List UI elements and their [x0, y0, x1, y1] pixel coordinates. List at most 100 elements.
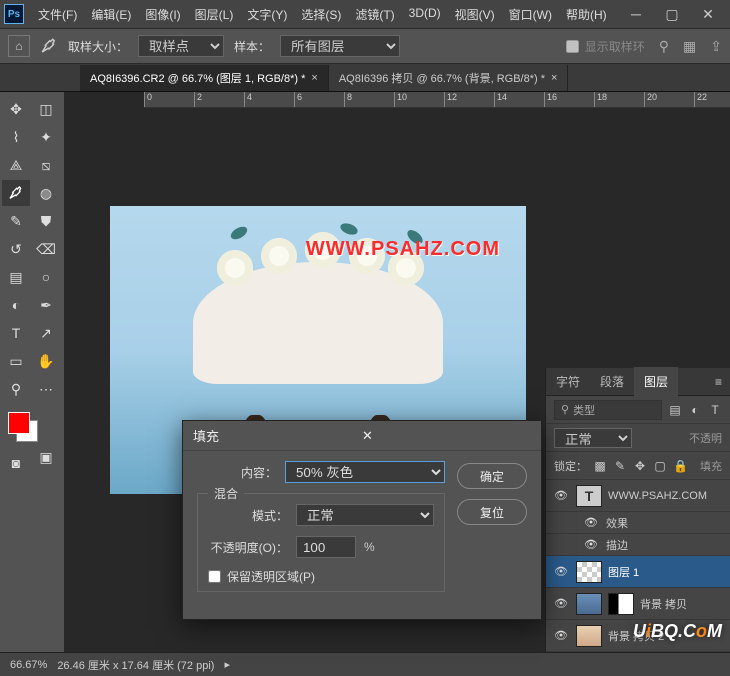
- sample-size-select[interactable]: 取样点: [138, 35, 224, 57]
- tab-layers[interactable]: 图层: [634, 367, 678, 396]
- visibility-icon[interactable]: 👁: [582, 538, 600, 551]
- blur-tool[interactable]: ○: [32, 264, 60, 290]
- shape-tool[interactable]: ▭: [2, 348, 30, 374]
- fill-dialog: 填充 ✕ 内容： 50% 灰色 混合 模式： 正常 不透明度(O)：: [182, 420, 542, 620]
- layer-fx-header[interactable]: 👁 效果: [546, 512, 730, 534]
- dialog-close-icon[interactable]: ✕: [362, 428, 531, 444]
- lock-label: 锁定：: [554, 458, 587, 474]
- eyedropper-tool[interactable]: [2, 180, 30, 206]
- panel-menu-icon[interactable]: ≡: [707, 375, 730, 389]
- content-select[interactable]: 50% 灰色: [285, 461, 445, 483]
- workspace-icon[interactable]: ▦: [683, 38, 696, 55]
- gradient-tool[interactable]: ▤: [2, 264, 30, 290]
- hand-tool[interactable]: ✋: [32, 348, 60, 374]
- search-icon[interactable]: ⚲: [659, 38, 669, 55]
- history-brush-tool[interactable]: ↺: [2, 236, 30, 262]
- dialog-title: 填充: [193, 426, 362, 445]
- visibility-icon[interactable]: 👁: [552, 629, 570, 642]
- more-tools[interactable]: ⋯: [32, 376, 60, 402]
- lock-artboard-icon[interactable]: ▢: [653, 459, 667, 473]
- sample-label: 样本：: [234, 38, 270, 55]
- doc-tab-label: AQ8I6396 拷贝 @ 66.7% (背景, RGB/8*) *: [339, 70, 545, 86]
- menu-window[interactable]: 窗口(W): [503, 2, 558, 27]
- blend-mode-select[interactable]: 正常: [554, 428, 632, 448]
- lock-position-icon[interactable]: ✥: [633, 459, 647, 473]
- menu-edit[interactable]: 编辑(E): [85, 2, 137, 27]
- show-ring-checkbox[interactable]: 显示取样环: [566, 38, 645, 55]
- preserve-transparency-checkbox[interactable]: 保留透明区域(P): [208, 568, 434, 585]
- layer-search[interactable]: ⚲ 类型: [554, 400, 662, 420]
- menu-select[interactable]: 选择(S): [295, 2, 347, 27]
- dialog-titlebar[interactable]: 填充 ✕: [183, 421, 541, 451]
- menu-view[interactable]: 视图(V): [449, 2, 501, 27]
- ok-button[interactable]: 确定: [457, 463, 527, 489]
- layer-label: WWW.PSAHZ.COM: [608, 490, 707, 502]
- move-tool[interactable]: ✥: [2, 96, 30, 122]
- type-tool[interactable]: T: [2, 320, 30, 346]
- close-window-button[interactable]: ✕: [690, 1, 726, 27]
- eraser-tool[interactable]: ⌫: [32, 236, 60, 262]
- slice-tool[interactable]: ⧅: [32, 152, 60, 178]
- tab-close-icon[interactable]: ×: [311, 72, 317, 84]
- screen-mode-tool[interactable]: ▣: [32, 444, 60, 470]
- foreground-color[interactable]: [8, 412, 30, 434]
- menu-help[interactable]: 帮助(H): [560, 2, 613, 27]
- visibility-icon[interactable]: 👁: [552, 489, 570, 502]
- path-tool[interactable]: ↗: [32, 320, 60, 346]
- menu-file[interactable]: 文件(F): [32, 2, 83, 27]
- zoom-tool[interactable]: ⚲: [2, 376, 30, 402]
- filter-type-icon[interactable]: T: [708, 403, 722, 417]
- dodge-tool[interactable]: ◐: [2, 292, 30, 318]
- maximize-button[interactable]: ▢: [654, 1, 690, 27]
- doc-info-chevron-icon[interactable]: ▸: [224, 658, 230, 671]
- menu-layer[interactable]: 图层(L): [189, 2, 240, 27]
- stamp-tool[interactable]: ⛊: [32, 208, 60, 234]
- layer-thumb: [576, 593, 602, 615]
- filter-image-icon[interactable]: ▤: [668, 403, 682, 417]
- menu-image[interactable]: 图像(I): [139, 2, 186, 27]
- color-swatch[interactable]: [8, 412, 38, 442]
- menu-3d[interactable]: 3D(D): [403, 2, 447, 27]
- fill-label: 填充: [700, 458, 722, 474]
- site-watermark: UiBQ.CoM: [633, 621, 722, 642]
- lock-brush-icon[interactable]: ✎: [613, 459, 627, 473]
- zoom-level[interactable]: 66.67%: [10, 659, 47, 671]
- layer-mask-thumb: [608, 593, 634, 615]
- layer-fx-item[interactable]: 👁 描边: [546, 534, 730, 556]
- tab-close-icon[interactable]: ×: [551, 72, 557, 84]
- mode-select[interactable]: 正常: [296, 504, 434, 526]
- opacity-input[interactable]: [296, 536, 356, 558]
- layer-row[interactable]: 👁 背景 拷贝: [546, 588, 730, 620]
- brush-tool[interactable]: ✎: [2, 208, 30, 234]
- lock-row: 锁定： ▩ ✎ ✥ ▢ 🔒 填充: [546, 452, 730, 480]
- visibility-icon[interactable]: 👁: [582, 516, 600, 529]
- lasso-tool[interactable]: ⌇: [2, 124, 30, 150]
- magic-wand-tool[interactable]: ✦: [32, 124, 60, 150]
- share-icon[interactable]: ⇪: [710, 38, 722, 55]
- healing-tool[interactable]: ◍: [32, 180, 60, 206]
- lock-pixels-icon[interactable]: ▩: [593, 459, 607, 473]
- marquee-tool[interactable]: ◫: [32, 96, 60, 122]
- minimize-button[interactable]: ─: [618, 1, 654, 27]
- tab-paragraph[interactable]: 段落: [590, 367, 634, 396]
- tab-character[interactable]: 字符: [546, 367, 590, 396]
- pen-tool[interactable]: ✒: [32, 292, 60, 318]
- home-icon[interactable]: ⌂: [8, 35, 30, 57]
- crop-tool[interactable]: ⟁: [2, 152, 30, 178]
- layer-row[interactable]: 👁 T WWW.PSAHZ.COM: [546, 480, 730, 512]
- lock-all-icon[interactable]: 🔒: [673, 459, 687, 473]
- status-bar: 66.67% 26.46 厘米 x 17.64 厘米 (72 ppi) ▸: [0, 652, 730, 676]
- menu-filter[interactable]: 滤镜(T): [349, 2, 400, 27]
- doc-tab-0[interactable]: AQ8I6396.CR2 @ 66.7% (图层 1, RGB/8*) *×: [80, 65, 329, 91]
- percent-suffix: %: [364, 540, 375, 554]
- quickmask-tool[interactable]: ◙: [2, 450, 30, 476]
- doc-tab-1[interactable]: AQ8I6396 拷贝 @ 66.7% (背景, RGB/8*) * ×: [329, 65, 569, 91]
- layer-row-selected[interactable]: 👁 图层 1: [546, 556, 730, 588]
- reset-button[interactable]: 复位: [457, 499, 527, 525]
- visibility-icon[interactable]: 👁: [552, 565, 570, 578]
- visibility-icon[interactable]: 👁: [552, 597, 570, 610]
- window-controls: ─ ▢ ✕: [618, 1, 726, 27]
- sample-select[interactable]: 所有图层: [280, 35, 400, 57]
- filter-adjust-icon[interactable]: ◐: [688, 403, 702, 417]
- menu-type[interactable]: 文字(Y): [241, 2, 293, 27]
